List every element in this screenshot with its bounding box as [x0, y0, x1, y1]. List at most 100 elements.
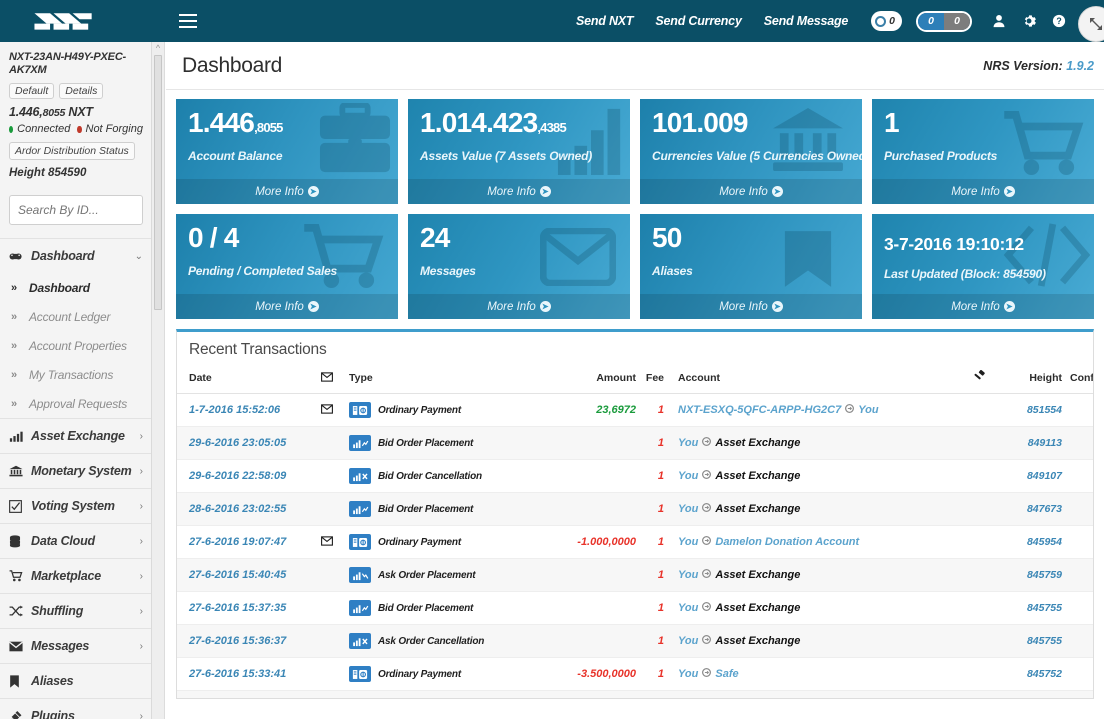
- sidebar-subitem-my-transactions[interactable]: » My Transactions: [0, 360, 152, 389]
- chevron-right-icon[interactable]: ›: [140, 711, 143, 719]
- sidebar-item-monetary-system[interactable]: Monetary System ›: [0, 454, 152, 488]
- chevron-right-icon[interactable]: ›: [140, 431, 143, 442]
- block-height-link[interactable]: 847673: [1027, 503, 1062, 515]
- transaction-date-link[interactable]: 27-6-2016 15:37:35: [189, 602, 286, 614]
- card-more-info-link[interactable]: More Info ➤: [176, 179, 398, 204]
- transaction-date-link[interactable]: 27-6-2016 15:36:37: [189, 635, 286, 647]
- account-to[interactable]: You: [858, 404, 878, 416]
- table-row[interactable]: 29-6-2016 23:05:05 Bid Order Placement 1 Yo…: [177, 426, 1093, 460]
- chevron-right-icon[interactable]: ›: [140, 606, 143, 617]
- transaction-date-link[interactable]: 28-6-2016 23:02:55: [189, 503, 286, 515]
- account-from[interactable]: You: [678, 503, 698, 515]
- block-height-link[interactable]: 849107: [1027, 470, 1062, 482]
- card-more-info-link[interactable]: More Info ➤: [176, 294, 398, 319]
- account-from[interactable]: You: [678, 668, 698, 680]
- card-more-info-link[interactable]: More Info ➤: [872, 179, 1094, 204]
- table-row[interactable]: 27-6-2016 15:32:21 Ordinary Payment-10.00…: [177, 690, 1093, 698]
- sidebar-item-shuffling[interactable]: Shuffling ›: [0, 594, 152, 628]
- card-more-info-link[interactable]: More Info ➤: [640, 179, 862, 204]
- sidebar-item-data-cloud[interactable]: Data Cloud ›: [0, 524, 152, 558]
- block-height-link[interactable]: 845759: [1027, 569, 1062, 581]
- transaction-date-link[interactable]: 27-6-2016 15:33:41: [189, 668, 286, 680]
- sidebar-scrollbar[interactable]: ^: [151, 42, 164, 719]
- account-from[interactable]: You: [678, 437, 698, 449]
- transaction-date-link[interactable]: 29-6-2016 22:58:09: [189, 470, 286, 482]
- ardor-distribution-status-button[interactable]: Ardor Distribution Status: [9, 142, 135, 160]
- column-type[interactable]: Type: [345, 365, 530, 394]
- block-height-link[interactable]: 845755: [1027, 602, 1062, 614]
- card-more-info-link[interactable]: More Info ➤: [408, 294, 630, 319]
- block-height-link[interactable]: 849113: [1028, 437, 1062, 449]
- column-message-icon[interactable]: [309, 365, 345, 394]
- stat-card-aliases[interactable]: 50 Aliases More Info ➤: [640, 214, 862, 319]
- block-height-link[interactable]: 845954: [1027, 536, 1062, 548]
- column-height[interactable]: Height: [1000, 365, 1066, 394]
- sidebar-item-plugins[interactable]: Plugins ›: [0, 699, 152, 719]
- table-row[interactable]: 29-6-2016 22:58:09 Bid Order Cancellation…: [177, 459, 1093, 493]
- sidebar-item-asset-exchange[interactable]: Asset Exchange ›: [0, 419, 152, 453]
- column-confirmations[interactable]: Confirmations: [1066, 365, 1093, 394]
- sidebar-toggle-button[interactable]: [165, 0, 211, 42]
- transaction-date-link[interactable]: 1-7-2016 15:52:06: [189, 404, 280, 416]
- stat-card-pending-completed-sales[interactable]: 0 / 4 Pending / Completed Sales More Inf…: [176, 214, 398, 319]
- chevron-right-icon[interactable]: ›: [140, 536, 143, 547]
- account-from[interactable]: NXT-ESXQ-5QFC-ARPP-HG2C7: [678, 404, 841, 416]
- table-row[interactable]: 27-6-2016 15:37:35 Bid Order Placement 1 Yo…: [177, 591, 1093, 625]
- sidebar-item-dashboard[interactable]: Dashboard ⌄: [0, 239, 152, 273]
- account-from[interactable]: You: [678, 569, 698, 581]
- account-from[interactable]: You: [678, 635, 698, 647]
- stat-card-purchased-products[interactable]: 1 Purchased Products More Info ➤: [872, 99, 1094, 204]
- table-row[interactable]: 1-7-2016 15:52:06 Ordinary Payment 23,6972…: [177, 393, 1093, 427]
- search-input[interactable]: [10, 203, 164, 217]
- gear-icon[interactable]: [1014, 0, 1044, 42]
- sidebar-item-marketplace[interactable]: Marketplace ›: [0, 559, 152, 593]
- nav-send-nxt[interactable]: Send NXT: [565, 14, 644, 28]
- account-from[interactable]: You: [678, 602, 698, 614]
- help-icon[interactable]: ?: [1044, 0, 1074, 42]
- card-more-info-link[interactable]: More Info ➤: [408, 179, 630, 204]
- account-default-button[interactable]: Default: [9, 83, 55, 99]
- account-to[interactable]: Damelon Donation Account: [715, 536, 859, 548]
- table-row[interactable]: 27-6-2016 15:33:41 Ordinary Payment -3.500…: [177, 657, 1093, 691]
- account-from[interactable]: You: [678, 470, 698, 482]
- transaction-date-link[interactable]: 27-6-2016 19:07:47: [189, 536, 286, 548]
- column-account[interactable]: Account: [668, 365, 958, 394]
- account-to[interactable]: Safe: [715, 668, 738, 680]
- column-date[interactable]: Date: [177, 365, 309, 394]
- card-more-info-link[interactable]: More Info ➤: [640, 294, 862, 319]
- sidebar-subitem-account-ledger[interactable]: » Account Ledger: [0, 302, 152, 331]
- user-icon[interactable]: [984, 0, 1014, 42]
- chevron-right-icon[interactable]: ›: [140, 501, 143, 512]
- scroll-up-arrow-icon[interactable]: ^: [152, 42, 164, 54]
- chevron-right-icon[interactable]: ›: [140, 466, 143, 477]
- stat-card-account-balance[interactable]: 1.446,8055 Account Balance More Info ➤: [176, 99, 398, 204]
- stat-card-currencies-value[interactable]: 101.009 Currencies Value (5 Currencies O…: [640, 99, 862, 204]
- search-box[interactable]: [9, 195, 164, 225]
- peers-counter-pill[interactable]: 0 0: [916, 10, 972, 32]
- envelope-icon[interactable]: [321, 403, 333, 417]
- sidebar-subitem-dashboard[interactable]: » Dashboard: [0, 273, 152, 302]
- column-amount[interactable]: Amount: [530, 365, 640, 394]
- column-fee[interactable]: Fee: [640, 365, 668, 394]
- account-details-button[interactable]: Details: [59, 83, 104, 99]
- table-row[interactable]: 28-6-2016 23:02:55 Bid Order Placement 1 Yo…: [177, 492, 1093, 526]
- envelope-icon[interactable]: [321, 535, 333, 549]
- transaction-date-link[interactable]: 29-6-2016 23:05:05: [189, 437, 286, 449]
- chevron-right-icon[interactable]: ›: [140, 641, 143, 652]
- stat-card-last-updated[interactable]: 3-7-2016 19:10:12 Last Updated (Block: 8…: [872, 214, 1094, 319]
- account-from[interactable]: You: [678, 536, 698, 548]
- chevron-right-icon[interactable]: ›: [140, 571, 143, 582]
- blocks-counter-pill[interactable]: 0: [871, 11, 902, 31]
- table-row[interactable]: 27-6-2016 19:07:47 Ordinary Payment -1.000…: [177, 525, 1093, 559]
- card-more-info-link[interactable]: More Info ➤: [872, 294, 1094, 319]
- sidebar-item-messages[interactable]: Messages ›: [0, 629, 152, 663]
- block-height-link[interactable]: 845755: [1027, 635, 1062, 647]
- nav-send-message[interactable]: Send Message: [753, 14, 859, 28]
- sidebar-item-voting-system[interactable]: Voting System ›: [0, 489, 152, 523]
- sidebar-subitem-approval-requests[interactable]: » Approval Requests: [0, 389, 152, 418]
- block-height-link[interactable]: 851554: [1027, 404, 1062, 416]
- sidebar-subitem-account-properties[interactable]: » Account Properties: [0, 331, 152, 360]
- column-phasing-icon[interactable]: [958, 365, 1000, 394]
- app-logo[interactable]: [0, 0, 165, 42]
- block-height-link[interactable]: 845752: [1027, 668, 1062, 680]
